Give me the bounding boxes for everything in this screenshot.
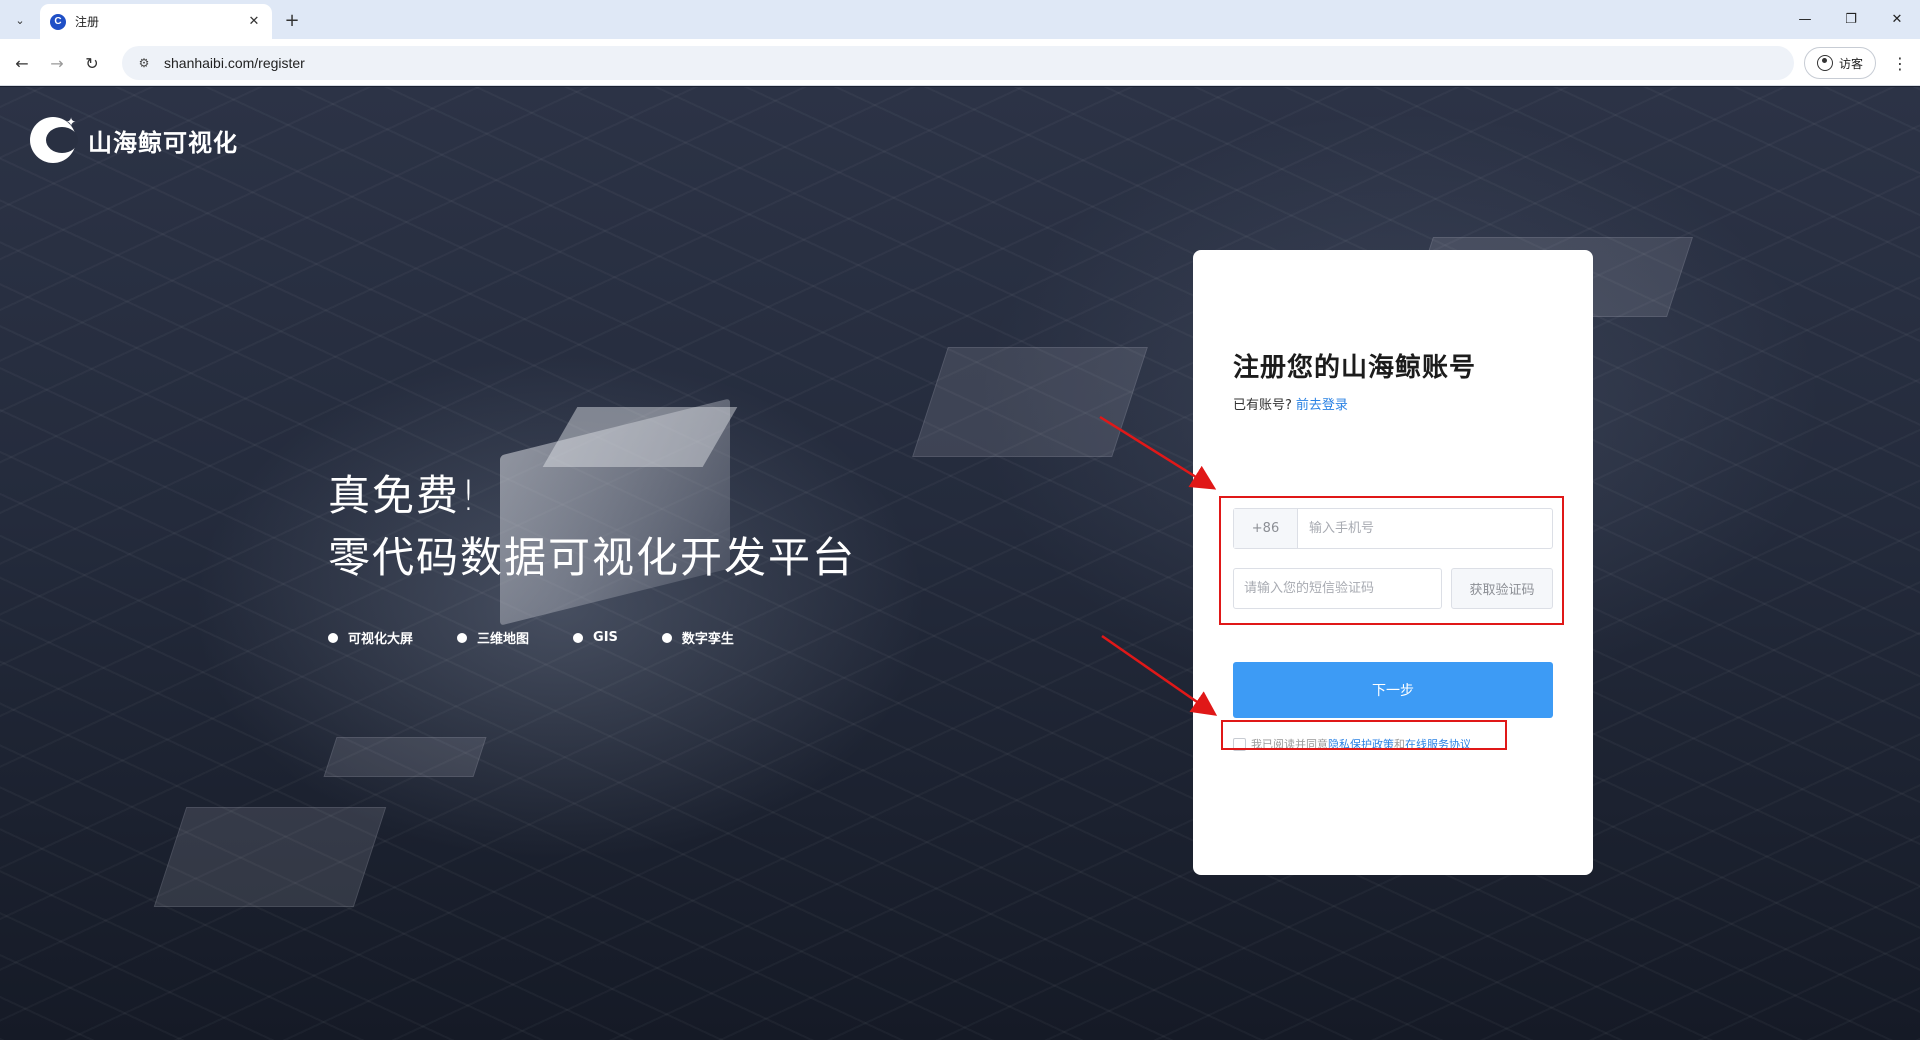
tab-search-chevron-icon[interactable]: ⌄ [8,8,32,32]
favicon-icon: C [50,13,66,30]
address-bar[interactable]: ⚙ shanhaibi.com/register [122,46,1794,80]
register-title: 注册您的山海鲸账号 [1233,353,1477,383]
feature-label: GIS [593,630,618,645]
forward-arrow-icon[interactable]: → [45,51,69,75]
browser-tabbar: ⌄ C 注册 ✕ + — ❐ ✕ [0,0,1920,39]
tab-title: 注册 [75,15,100,29]
whale-logo-icon: ✦ [30,115,78,163]
feature-item: 数字孪生 [661,628,734,647]
restore-icon[interactable]: ❐ [1828,0,1874,39]
more-menu-icon[interactable]: ⋮ [1890,51,1910,75]
feature-item: GIS [573,628,618,647]
feature-item: 三维地图 [457,628,529,647]
tab-close-icon[interactable]: ✕ [244,12,264,32]
background-chip [912,347,1148,457]
hero-headline: 真免费! [328,471,479,520]
window-close-icon[interactable]: ✕ [1874,0,1920,39]
bullet-icon [457,632,468,643]
feature-label: 数字孪生 [681,632,734,647]
background-chip [153,807,387,907]
minimize-icon[interactable]: — [1782,0,1828,39]
profile-button[interactable]: 访客 [1804,47,1876,79]
annotation-box-inputs [1219,496,1564,625]
bullet-icon [661,632,672,643]
hero-text: 真免费! 零代码数据可视化开发平台 [328,467,856,591]
login-prompt: 已有账号? 前去登录 [1233,394,1348,413]
register-page: ✦ 山海鲸可视化 真免费! 零代码数据可视化开发平台 可视化大屏 三维地图 GI… [0,87,1920,1040]
reload-icon[interactable]: ↻ [80,51,104,75]
brand-logo[interactable]: ✦ 山海鲸可视化 [30,115,238,163]
site-info-icon[interactable]: ⚙ [132,51,156,75]
bullet-icon [573,632,584,643]
have-account-text: 已有账号? [1233,398,1292,413]
next-step-button[interactable]: 下一步 [1233,662,1553,718]
browser-tab[interactable]: C 注册 ✕ [40,4,272,39]
feature-label: 可视化大屏 [348,632,414,647]
login-link[interactable]: 前去登录 [1296,398,1348,413]
feature-list: 可视化大屏 三维地图 GIS 数字孪生 [328,628,778,647]
brand-name: 山海鲸可视化 [88,128,238,157]
background-chip [323,737,487,777]
hero-subheadline: 零代码数据可视化开发平台 [328,533,857,582]
url-text: shanhaibi.com/register [164,55,305,71]
annotation-box-agreement [1221,720,1507,750]
bullet-icon [328,632,338,643]
browser-toolbar: ← → ↻ ⚙ shanhaibi.com/register 访客 ⋮ [0,39,1920,86]
feature-label: 三维地图 [477,632,530,647]
profile-icon [1816,55,1833,71]
feature-item: 可视化大屏 [328,628,413,647]
new-tab-icon[interactable]: + [280,8,304,32]
back-arrow-icon[interactable]: ← [10,51,34,75]
profile-label: 访客 [1838,56,1863,71]
